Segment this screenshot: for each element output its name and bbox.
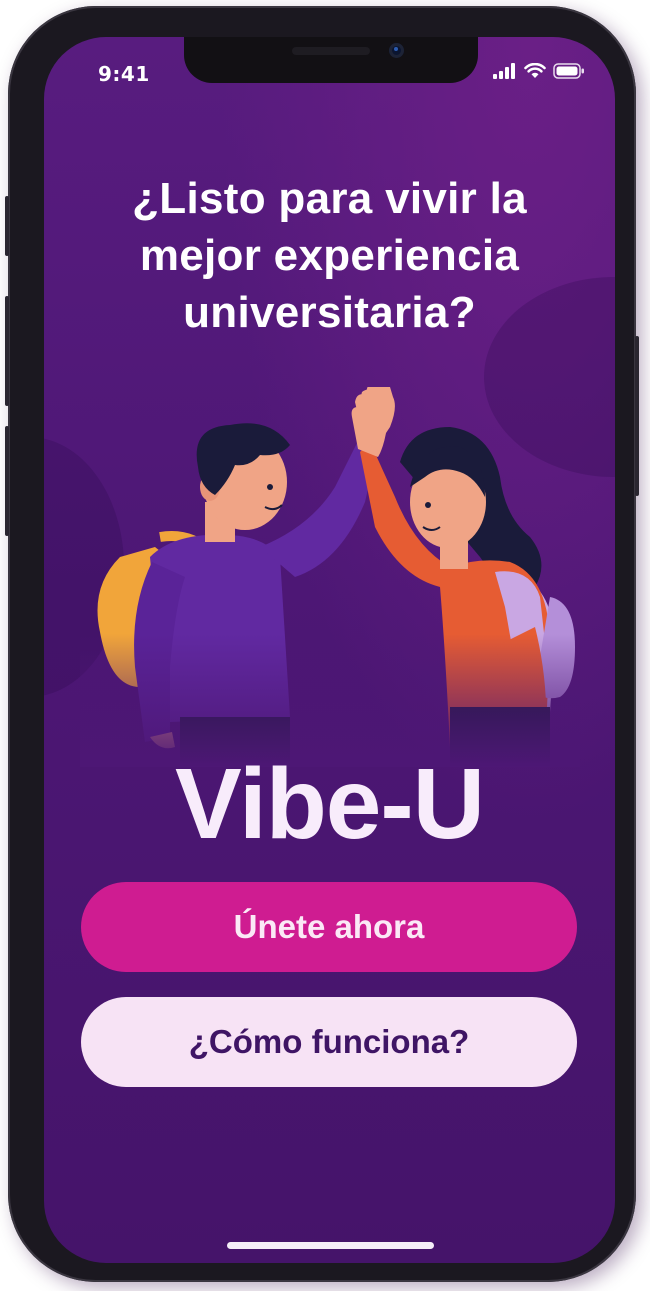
signal-icon: [493, 63, 515, 79]
phone-frame: 9:41 ¿Listo para vivir la mejor experien…: [5, 6, 639, 1282]
page-title: ¿Listo para vivir la mejor experiencia u…: [132, 174, 527, 337]
camera-icon: [389, 43, 404, 58]
mute-switch: [5, 196, 9, 256]
home-indicator[interactable]: [227, 1242, 434, 1249]
brand-logo-text: Vibe-U: [175, 748, 485, 860]
status-icons: [493, 63, 585, 79]
join-now-button[interactable]: Únete ahora: [81, 882, 577, 972]
status-time: 9:41: [98, 62, 150, 86]
wifi-icon: [524, 63, 546, 78]
battery-icon: [553, 63, 584, 79]
volume-down-button: [5, 426, 9, 536]
power-button: [635, 336, 639, 496]
volume-up-button: [5, 296, 9, 406]
speaker: [292, 47, 370, 55]
app-screen: 9:41 ¿Listo para vivir la mejor experien…: [44, 37, 615, 1263]
high-five-illustration: [80, 387, 580, 767]
notch: [184, 37, 478, 83]
how-it-works-button[interactable]: ¿Cómo funciona?: [81, 997, 577, 1087]
